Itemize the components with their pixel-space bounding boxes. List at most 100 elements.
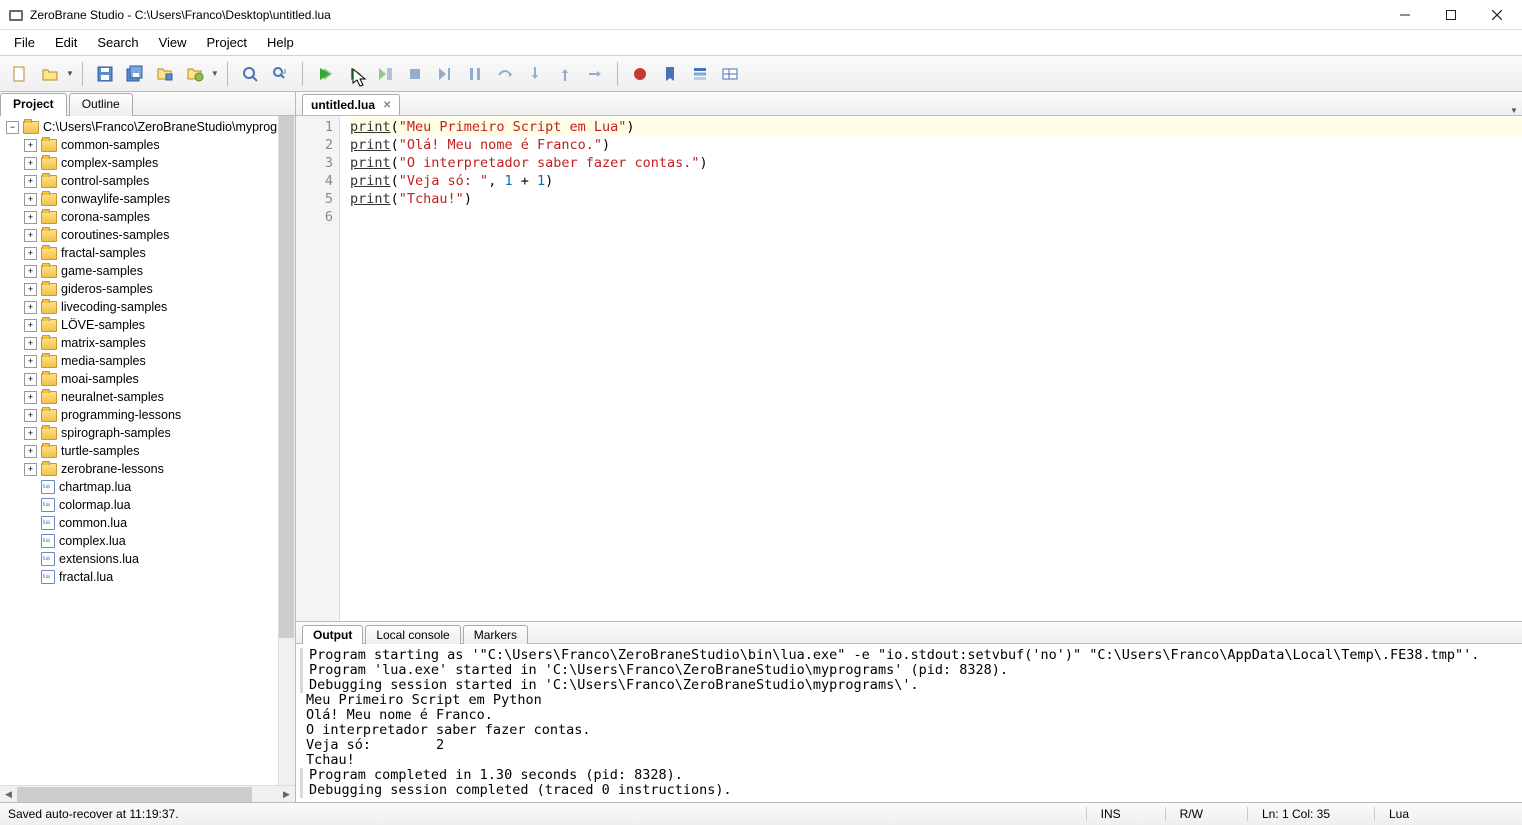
stop-button[interactable] [401,60,429,88]
tree-folder[interactable]: +spirograph-samples [0,424,295,442]
expand-icon[interactable]: + [24,229,37,242]
expand-icon[interactable]: + [24,193,37,206]
tree-file[interactable]: extensions.lua [0,550,295,568]
expand-icon[interactable]: + [24,301,37,314]
tree-file[interactable]: common.lua [0,514,295,532]
expand-icon[interactable]: + [24,265,37,278]
scroll-left-icon[interactable]: ◀ [0,786,17,802]
recent-projects-dropdown-icon[interactable]: ▼ [211,69,219,78]
tab-local-console[interactable]: Local console [365,625,460,644]
run-to-cursor-button[interactable] [371,60,399,88]
menu-project[interactable]: Project [197,31,257,54]
stack-button[interactable] [686,60,714,88]
tree-folder[interactable]: +media-samples [0,352,295,370]
tree-folder[interactable]: +livecoding-samples [0,298,295,316]
tree-folder[interactable]: +neuralnet-samples [0,388,295,406]
expand-icon[interactable]: + [24,409,37,422]
tab-outline[interactable]: Outline [69,93,133,116]
expand-icon[interactable]: + [24,337,37,350]
tree-folder[interactable]: +turtle-samples [0,442,295,460]
tree-root[interactable]: − C:\Users\Franco\ZeroBraneStudio\myprog… [0,118,295,136]
expand-icon[interactable]: + [24,283,37,296]
save-all-button[interactable] [121,60,149,88]
find-button[interactable] [236,60,264,88]
tab-output[interactable]: Output [302,625,363,644]
expand-icon[interactable]: + [24,157,37,170]
tree-folder[interactable]: +coroutines-samples [0,226,295,244]
step-into-button[interactable] [521,60,549,88]
run-button[interactable] [311,60,339,88]
tree-file[interactable]: chartmap.lua [0,478,295,496]
expand-icon[interactable]: + [24,319,37,332]
menu-search[interactable]: Search [87,31,148,54]
project-tree[interactable]: − C:\Users\Franco\ZeroBraneStudio\myprog… [0,116,295,785]
tab-markers[interactable]: Markers [463,625,528,644]
tree-vertical-scrollbar[interactable] [278,116,295,785]
expand-icon[interactable]: + [24,463,37,476]
new-file-button[interactable] [6,60,34,88]
tree-folder[interactable]: +corona-samples [0,208,295,226]
tree-folder[interactable]: +control-samples [0,172,295,190]
expand-icon[interactable]: + [24,373,37,386]
watch-button[interactable] [716,60,744,88]
tree-folder[interactable]: +zerobrane-lessons [0,460,295,478]
bookmark-button[interactable] [656,60,684,88]
output-console[interactable]: Program starting as '"C:\Users\Franco\Ze… [296,644,1522,802]
tree-folder[interactable]: +fractal-samples [0,244,295,262]
tree-folder[interactable]: + programming-lessons [0,406,295,424]
menu-help[interactable]: Help [257,31,304,54]
step-out-button[interactable] [551,60,579,88]
expand-icon[interactable]: + [24,247,37,260]
scroll-right-icon[interactable]: ▶ [278,786,295,802]
step-button[interactable] [581,60,609,88]
menu-edit[interactable]: Edit [45,31,87,54]
tree-folder[interactable]: +conwaylife-samples [0,190,295,208]
tree-file[interactable]: fractal.lua [0,568,295,586]
tree-folder[interactable]: +common-samples [0,136,295,154]
expand-icon[interactable]: + [24,391,37,404]
expand-icon[interactable]: + [24,139,37,152]
open-dropdown-icon[interactable]: ▼ [66,69,74,78]
collapse-icon[interactable]: − [6,121,19,134]
menu-file[interactable]: File [4,31,45,54]
replace-button[interactable] [266,60,294,88]
expand-icon[interactable]: + [24,427,37,440]
editor-tab[interactable]: untitled.lua ✕ [302,94,400,115]
code-line[interactable]: print("Meu Primeiro Script em Lua") [350,118,1522,136]
expand-icon[interactable]: + [24,355,37,368]
close-button[interactable] [1474,0,1520,29]
tree-folder[interactable]: +moai-samples [0,370,295,388]
tree-horizontal-scrollbar[interactable]: ◀ ▶ [0,785,295,802]
expand-icon[interactable]: + [24,445,37,458]
code-line[interactable]: print("O interpretador saber fazer conta… [350,154,1522,172]
tree-folder[interactable]: +LÖVE-samples [0,316,295,334]
code-line[interactable]: print("Olá! Meu nome é Franco.") [350,136,1522,154]
detach-button[interactable] [431,60,459,88]
tree-item-label: programming-lessons [61,408,181,422]
pause-button[interactable] [461,60,489,88]
debug-button[interactable] [341,60,369,88]
save-button[interactable] [91,60,119,88]
tab-list-dropdown-icon[interactable]: ▼ [1506,106,1522,115]
code-line[interactable]: print("Tchau!") [350,190,1522,208]
project-dir-button[interactable] [151,60,179,88]
tree-file[interactable]: complex.lua [0,532,295,550]
tab-close-icon[interactable]: ✕ [383,100,391,111]
code-editor[interactable]: 123456 print("Meu Primeiro Script em Lua… [296,116,1522,621]
tree-folder[interactable]: +gideros-samples [0,280,295,298]
maximize-button[interactable] [1428,0,1474,29]
breakpoint-button[interactable] [626,60,654,88]
menu-view[interactable]: View [149,31,197,54]
tree-folder[interactable]: +game-samples [0,262,295,280]
tree-folder[interactable]: +complex-samples [0,154,295,172]
step-over-button[interactable] [491,60,519,88]
expand-icon[interactable]: + [24,211,37,224]
expand-icon[interactable]: + [24,175,37,188]
tab-project[interactable]: Project [0,93,67,116]
minimize-button[interactable] [1382,0,1428,29]
tree-folder[interactable]: +matrix-samples [0,334,295,352]
code-line[interactable]: print("Veja só: ", 1 + 1) [350,172,1522,190]
recent-projects-button[interactable] [181,60,209,88]
tree-file[interactable]: colormap.lua [0,496,295,514]
open-file-button[interactable] [36,60,64,88]
